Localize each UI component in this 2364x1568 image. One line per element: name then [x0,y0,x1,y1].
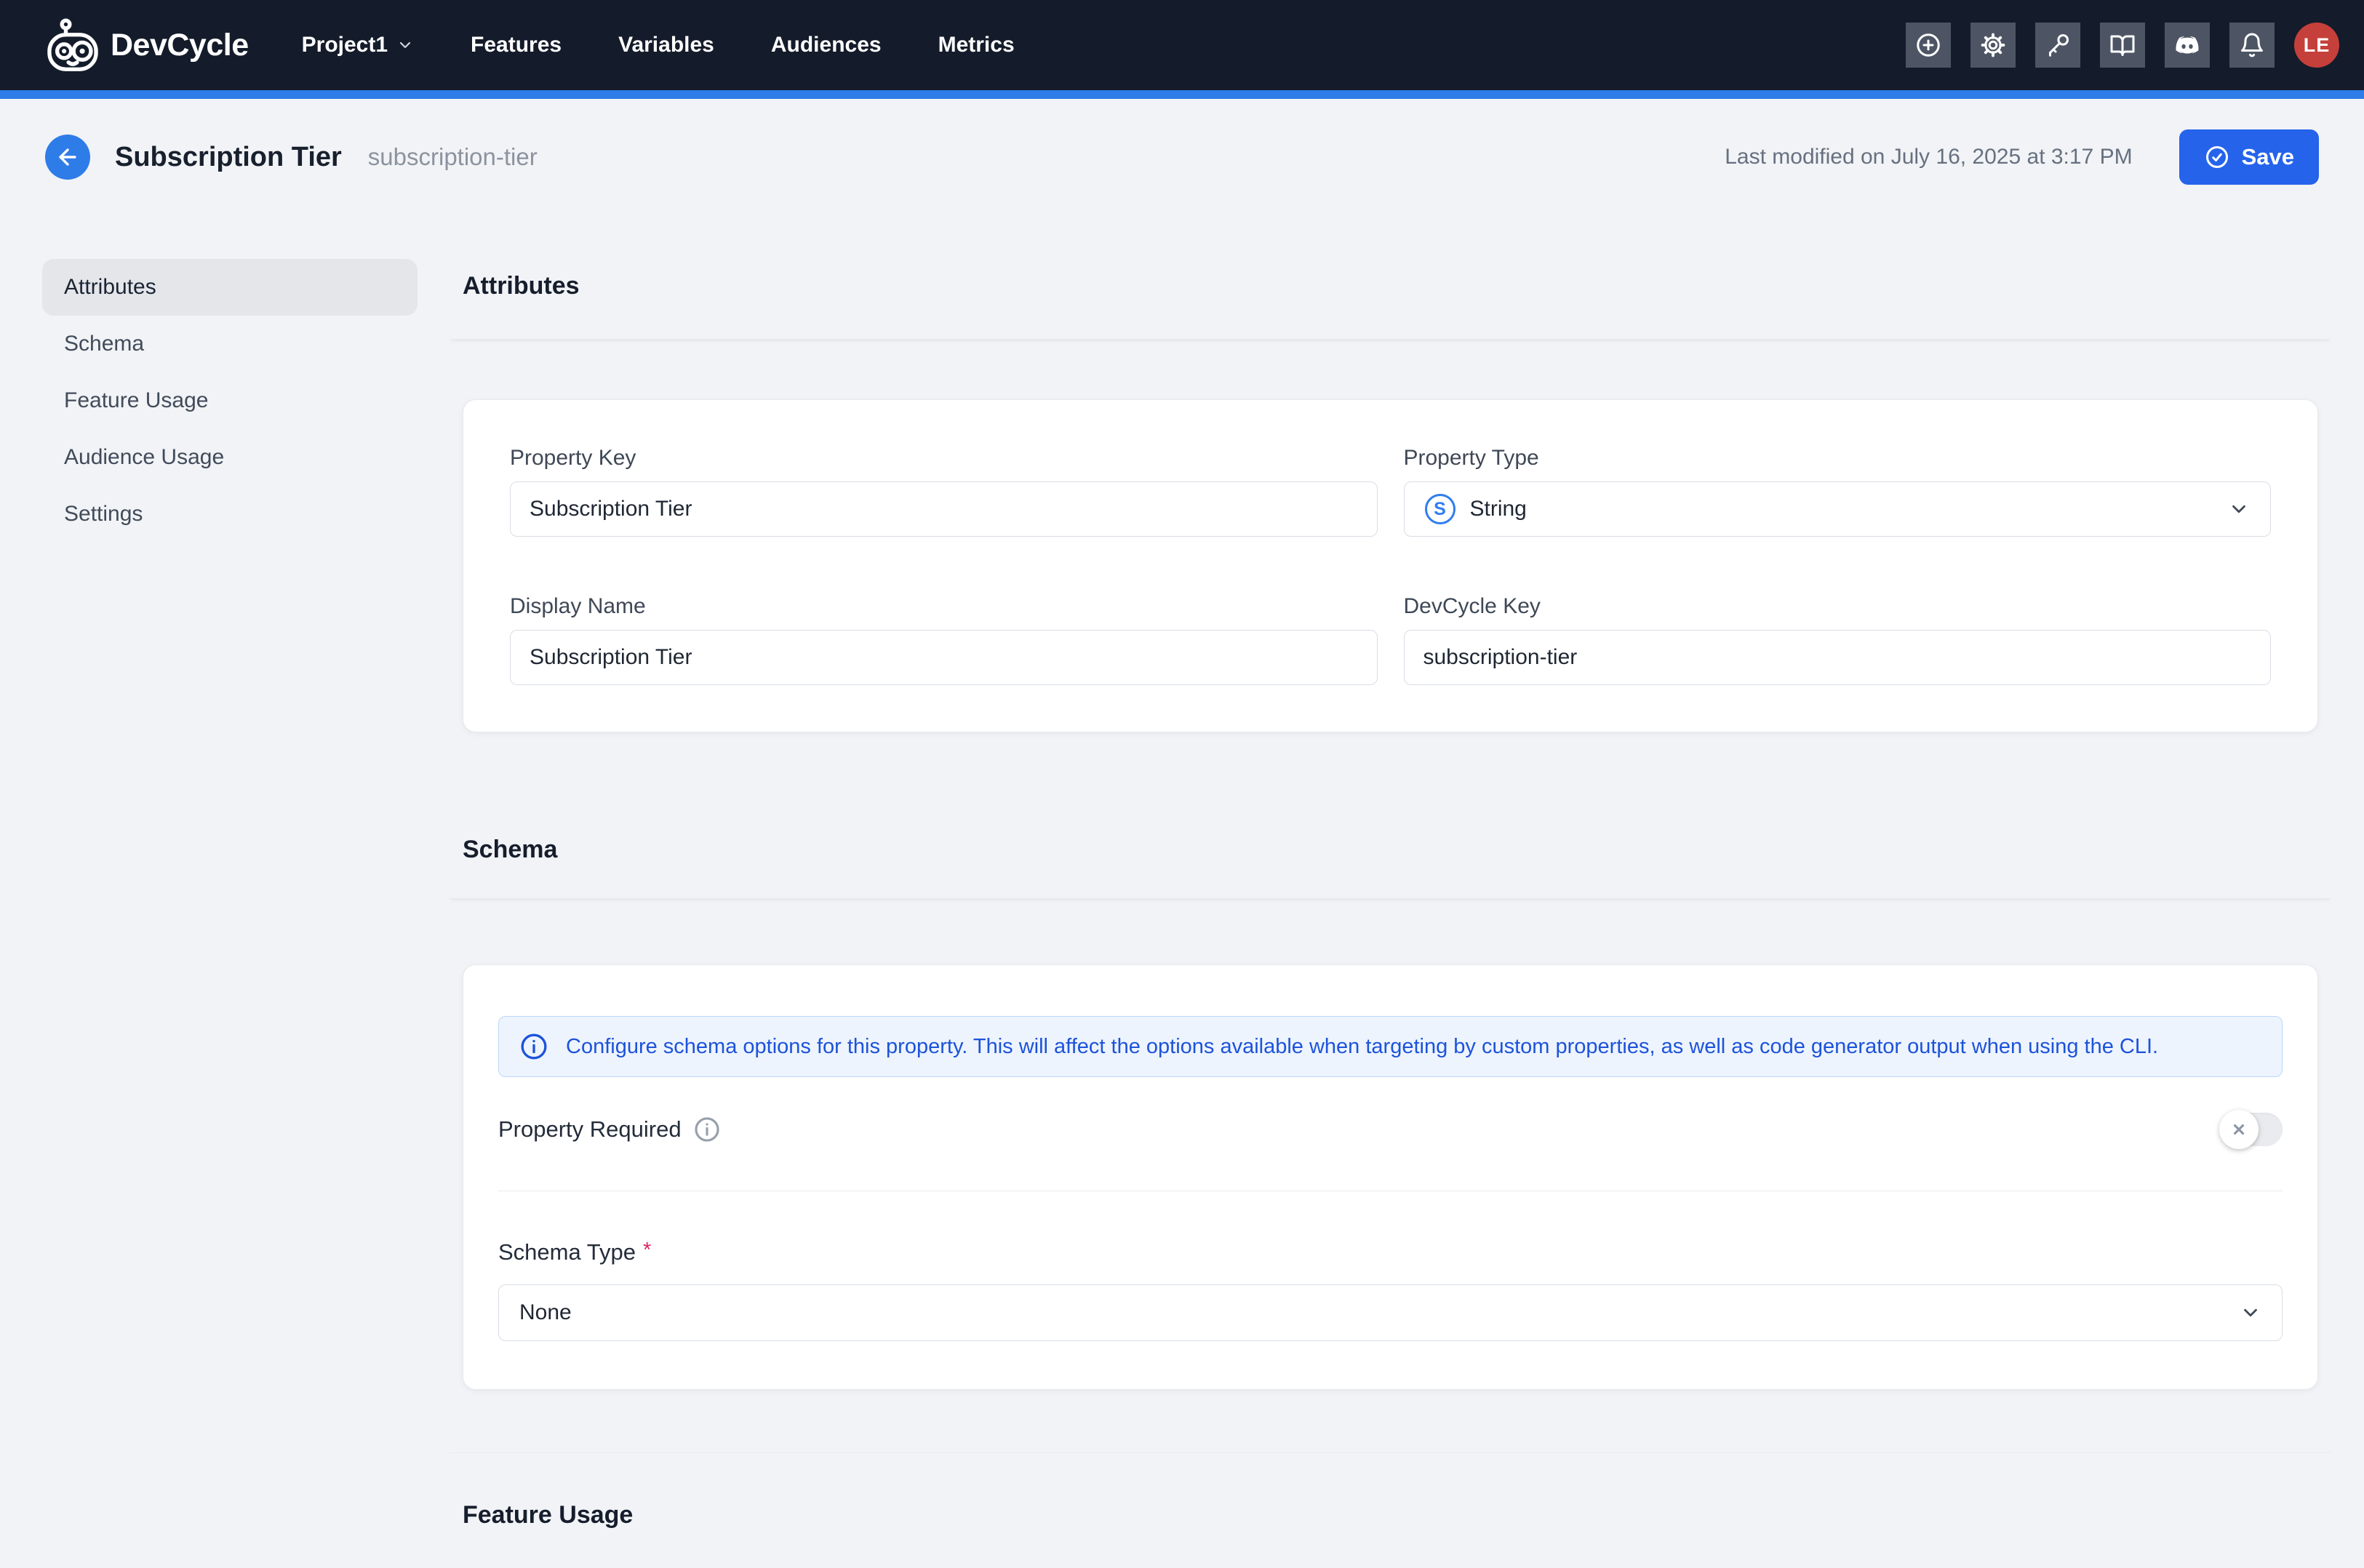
property-type-value: String [1470,497,1527,521]
nav-link-variables[interactable]: Variables [618,33,714,57]
schema-banner-text: Configure schema options for this proper… [566,1035,2158,1059]
settings-button[interactable] [1970,23,2016,68]
schema-type-label-text: Schema Type [498,1239,636,1265]
chevron-down-icon [396,36,414,54]
property-key-input[interactable] [510,481,1378,537]
field-display-name: Display Name [510,593,1378,685]
sidebar-item-audience-usage[interactable]: Audience Usage [42,429,418,486]
field-devcycle-key: DevCycle Key [1404,593,2272,685]
project-switcher[interactable]: Project1 [302,33,414,57]
gear-icon [1980,32,2006,58]
page-header: Subscription Tier subscription-tier Last… [0,99,2364,215]
schema-info-banner: Configure schema options for this proper… [498,1016,2283,1077]
info-icon[interactable] [693,1116,721,1143]
notifications-button[interactable] [2229,23,2275,68]
schema-type-label: Schema Type * [498,1239,2283,1265]
brand-name: DevCycle [111,28,249,63]
sidebar-item-attributes[interactable]: Attributes [42,259,418,316]
info-icon [519,1032,548,1061]
accent-bar [0,90,2364,99]
api-keys-button[interactable] [2035,23,2080,68]
header-right: Last modified on July 16, 2025 at 3:17 P… [1725,129,2319,185]
chevron-down-icon [2240,1302,2261,1324]
project-switcher-label: Project1 [302,33,388,57]
x-icon [2231,1121,2247,1137]
discord-button[interactable] [2165,23,2210,68]
nav-link-audiences[interactable]: Audiences [771,33,882,57]
nav-actions: LE [1906,23,2339,68]
nav-links: Project1 Features Variables Audiences Me… [302,33,1015,57]
arrow-left-icon [55,145,80,169]
schema-section-heading: Schema [450,793,2331,899]
display-name-label: Display Name [510,593,1378,620]
sidebar: Attributes Schema Feature Usage Audience… [42,215,418,1568]
devcycle-logo[interactable]: DevCycle [45,17,249,73]
sidebar-item-settings[interactable]: Settings [42,486,418,543]
property-required-toggle[interactable] [2221,1113,2283,1146]
key-icon [2045,32,2071,58]
field-property-type: Property Type S String [1404,445,2272,537]
attributes-section-heading: Attributes [450,215,2331,340]
last-modified-text: Last modified on July 16, 2025 at 3:17 P… [1725,145,2132,169]
page-slug: subscription-tier [368,143,538,171]
display-name-input[interactable] [510,630,1378,685]
property-type-select[interactable]: S String [1404,481,2272,537]
docs-button[interactable] [2100,23,2145,68]
sidebar-item-schema[interactable]: Schema [42,316,418,372]
devcycle-key-input[interactable] [1404,630,2272,685]
bell-icon [2239,32,2265,58]
back-button[interactable] [45,135,90,180]
field-property-key: Property Key [510,445,1378,537]
schema-type-value: None [519,1300,572,1325]
plus-circle-icon [1915,32,1941,58]
user-avatar[interactable]: LE [2294,23,2339,68]
save-button[interactable]: Save [2179,129,2319,185]
devcycle-robot-icon [45,17,100,73]
chevron-down-icon [2228,498,2250,520]
required-asterisk: * [643,1237,651,1263]
book-open-icon [2109,32,2136,58]
main-panel: Attributes Property Key Property Type S … [450,215,2331,1568]
property-key-label: Property Key [510,445,1378,471]
top-nav: DevCycle Project1 Features Variables Aud… [0,0,2364,90]
schema-type-select[interactable]: None [498,1284,2283,1341]
nav-link-features[interactable]: Features [471,33,562,57]
content: Attributes Schema Feature Usage Audience… [0,215,2364,1568]
save-label: Save [2242,144,2294,170]
sidebar-item-feature-usage[interactable]: Feature Usage [42,372,418,429]
toggle-knob [2219,1110,2259,1149]
attributes-card: Property Key Property Type S String Disp… [463,399,2318,732]
page-title: Subscription Tier [115,142,342,173]
create-button[interactable] [1906,23,1951,68]
property-required-row: Property Required [498,1109,2283,1150]
check-circle-icon [2204,144,2230,170]
nav-link-metrics[interactable]: Metrics [938,33,1015,57]
property-required-label: Property Required [498,1116,682,1143]
feature-usage-section-heading: Feature Usage [450,1452,2331,1568]
string-type-icon: S [1425,494,1455,524]
discord-icon [2174,32,2200,58]
property-type-label: Property Type [1404,445,2272,471]
schema-card: Configure schema options for this proper… [463,964,2318,1390]
devcycle-key-label: DevCycle Key [1404,593,2272,620]
